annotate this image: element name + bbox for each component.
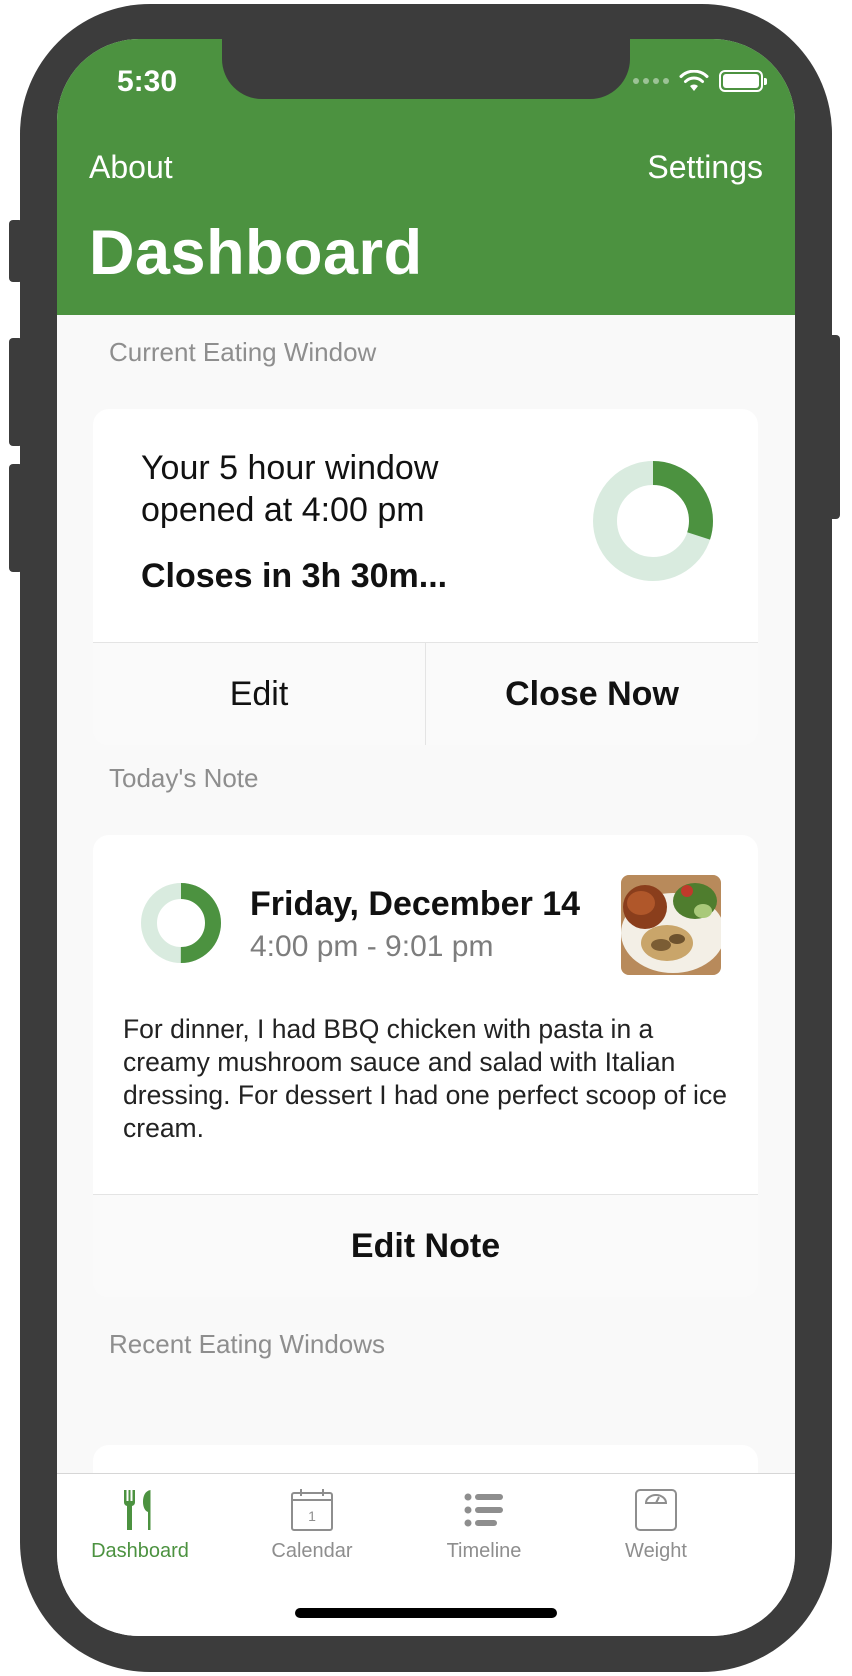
current-window-section-label: Current Eating Window: [109, 337, 377, 367]
food-photo[interactable]: [621, 875, 721, 975]
status-time: 5:30: [117, 65, 178, 98]
tab-calendar-label: Calendar: [271, 1540, 353, 1562]
today-note-card: Friday, December 14 4:00 pm - 9:01 pm Fo…: [93, 835, 758, 1297]
status-icons: [633, 69, 767, 93]
fork-knife-icon: [123, 1490, 151, 1530]
window-closes-text: Closes in 3h 30m...: [141, 557, 448, 595]
tab-dashboard[interactable]: Dashboard: [65, 1488, 215, 1563]
notch: [222, 39, 630, 99]
note-actions: Edit Note: [93, 1194, 758, 1297]
note-progress-ring: [141, 883, 221, 963]
window-opened-text: opened at 4:00 pm: [141, 491, 425, 529]
calendar-icon: 1: [291, 1489, 333, 1531]
scale-icon: [635, 1489, 677, 1531]
note-date: Friday, December 14: [250, 885, 581, 923]
today-note-section-label: Today's Note: [109, 763, 259, 793]
navigation-header: 5:30 About Settings Dashboard: [57, 39, 795, 315]
note-body-text: For dinner, I had BBQ chicken with pasta…: [123, 1014, 727, 1143]
signal-icon: [633, 78, 669, 84]
battery-icon: [719, 70, 767, 92]
page-title: Dashboard: [89, 218, 423, 288]
about-button[interactable]: About: [89, 149, 173, 186]
tab-weight-label: Weight: [625, 1540, 687, 1562]
tab-calendar[interactable]: 1 Calendar: [237, 1488, 387, 1563]
tab-timeline[interactable]: Timeline: [409, 1488, 559, 1563]
current-window-card: Your 5 hour window opened at 4:00 pm Clo…: [93, 409, 758, 745]
tab-dashboard-label: Dashboard: [91, 1540, 189, 1562]
edit-window-button[interactable]: Edit: [93, 643, 425, 745]
settings-button[interactable]: Settings: [647, 149, 763, 186]
home-indicator[interactable]: [295, 1608, 557, 1618]
meal-image: [621, 875, 721, 975]
list-icon: [464, 1493, 503, 1527]
wifi-icon: [679, 70, 709, 91]
phone-screen: 5:30 About Settings Dashboard Current Ea…: [57, 39, 795, 1636]
note-time-range: 4:00 pm - 9:01 pm: [250, 930, 494, 963]
recent-windows-section-label: Recent Eating Windows: [109, 1329, 386, 1359]
tab-weight[interactable]: Weight: [581, 1488, 731, 1563]
close-now-button[interactable]: Close Now: [425, 643, 758, 745]
window-duration-text: Your 5 hour window: [141, 449, 439, 487]
tab-timeline-label: Timeline: [446, 1540, 522, 1562]
calendar-icon-day: 1: [308, 1508, 316, 1524]
edit-note-button[interactable]: Edit Note: [93, 1195, 758, 1297]
window-progress-ring: [593, 461, 713, 581]
window-actions: Edit Close Now: [93, 642, 758, 745]
